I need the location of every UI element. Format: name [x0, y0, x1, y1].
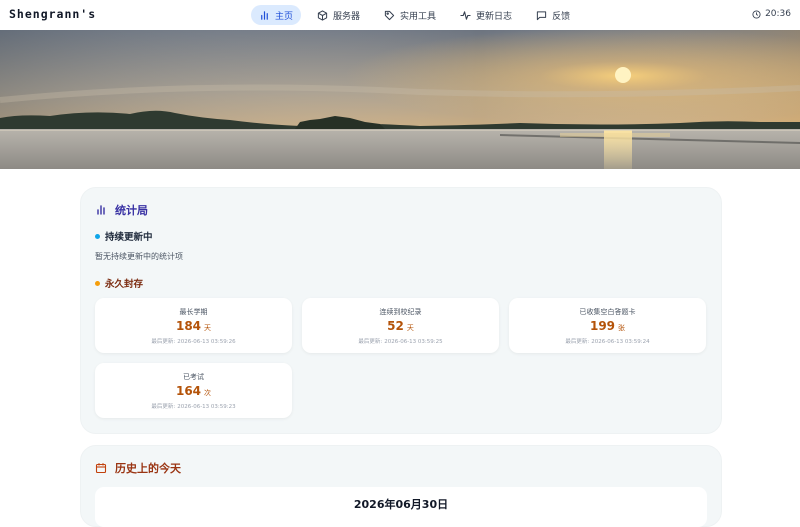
- box-icon: [317, 9, 328, 21]
- stats-card-title: 统计局: [95, 202, 148, 218]
- lake-sunset-image: [0, 30, 800, 169]
- message-icon: [536, 10, 547, 20]
- nav-label-tools: 实用工具: [400, 11, 437, 22]
- nav-item-servers[interactable]: 服务器: [309, 5, 368, 25]
- section-archived-heading: 永久封存: [95, 276, 143, 290]
- history-date: 2026年06月30日: [353, 498, 449, 511]
- activity-icon: [460, 10, 471, 20]
- history-card: 历史上的今天 2026年06月30日: [80, 445, 722, 527]
- stat-updated: 最后更新: 2026-06-13 03:59:23: [151, 404, 236, 410]
- calendar-icon: [95, 463, 107, 474]
- bullet-dot: [95, 233, 100, 239]
- section-archived-title: 永久封存: [105, 279, 144, 290]
- stat-value: 164 次: [175, 384, 212, 398]
- nav-label-changelog: 更新日志: [476, 11, 513, 22]
- section-ongoing-heading: 持续更新中: [95, 229, 153, 243]
- stats-card: 统计局 持续更新中 暂无持续更新中的统计项 永久封存 最长学期 184 天 最后更…: [80, 187, 722, 434]
- bar-chart-icon: [97, 205, 105, 215]
- nav-item-feedback[interactable]: 反馈: [528, 5, 578, 25]
- stat-label: 连续到校纪录: [379, 308, 422, 316]
- stat-card: 连续到校纪录 52 天 最后更新: 2026-06-13 03:59:25: [302, 298, 499, 353]
- top-navbar: Shengrann's 主页 服务器 实用工具 更新日志 反馈 20:36: [0, 0, 800, 31]
- history-content: 2026年06月30日: [95, 487, 707, 527]
- brand-logo-text[interactable]: Shengrann's: [9, 7, 96, 21]
- stat-value: 199 张: [589, 319, 626, 333]
- stat-value: 184 天: [175, 319, 212, 333]
- history-title-text: 历史上的今天: [115, 462, 181, 475]
- stat-label: 已考试: [183, 373, 204, 381]
- stat-card: 最长学期 184 天 最后更新: 2026-06-13 03:59:26: [95, 298, 292, 353]
- clock: 20:36: [752, 9, 791, 19]
- stat-updated: 最后更新: 2026-06-13 03:59:26: [151, 339, 236, 345]
- stat-updated: 最后更新: 2026-06-13 03:59:25: [358, 339, 443, 345]
- nav-item-tools[interactable]: 实用工具: [376, 5, 444, 25]
- stat-updated: 最后更新: 2026-06-13 03:59:24: [565, 339, 650, 345]
- history-card-title: 历史上的今天: [95, 460, 181, 476]
- stat-label: 最长学期: [179, 308, 208, 316]
- nav-item-home[interactable]: 主页: [251, 5, 302, 25]
- tag-icon: [384, 10, 395, 20]
- ongoing-empty-note: 暂无持续更新中的统计项: [95, 252, 183, 261]
- nav-label-feedback: 反馈: [552, 11, 571, 22]
- stat-label: 已收集空白答题卡: [579, 308, 636, 316]
- clock-icon: [752, 9, 761, 19]
- stat-card: 已收集空白答题卡 199 张 最后更新: 2026-06-13 03:59:24: [509, 298, 706, 353]
- stat-card: 已考试 164 次 最后更新: 2026-06-13 03:59:23: [95, 363, 292, 418]
- nav-item-changelog[interactable]: 更新日志: [452, 5, 520, 25]
- hero-banner: [0, 30, 800, 169]
- bar-chart-icon: [261, 10, 268, 20]
- nav-label-servers: 服务器: [333, 11, 361, 22]
- main-nav: 主页 服务器 实用工具 更新日志 反馈: [251, 5, 578, 25]
- section-ongoing-title: 持续更新中: [105, 232, 153, 243]
- stat-value: 52 天: [387, 319, 414, 333]
- bullet-dot: [95, 280, 100, 286]
- clock-time: 20:36: [765, 9, 791, 19]
- nav-label-home: 主页: [275, 11, 294, 22]
- stats-title-text: 统计局: [115, 204, 148, 217]
